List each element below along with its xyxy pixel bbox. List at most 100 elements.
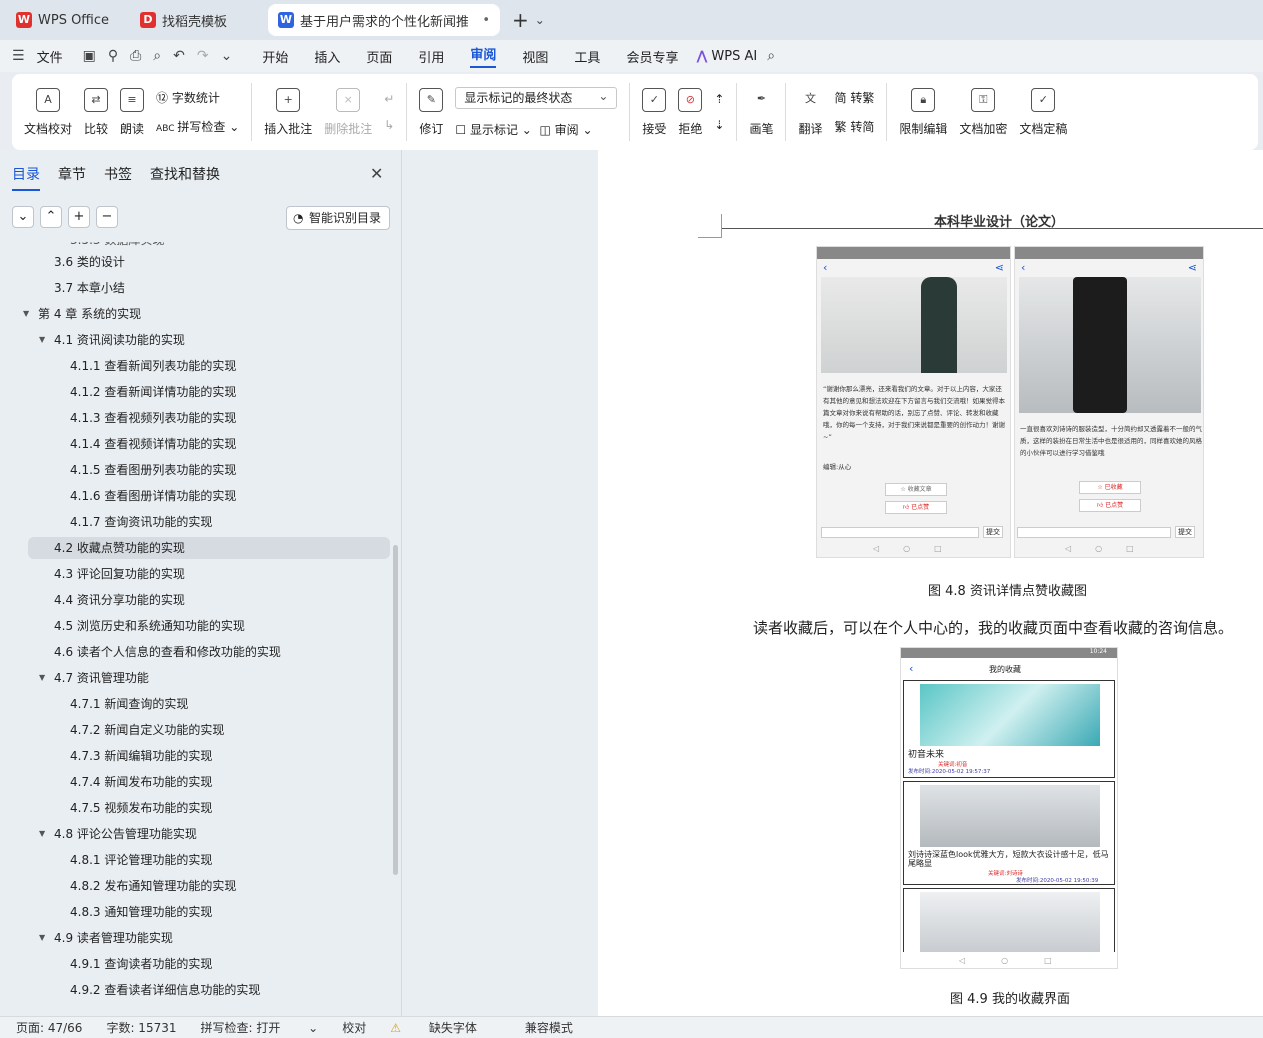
insert-comment-button[interactable]: + 插入批注 xyxy=(258,77,318,147)
toc-item[interactable]: 4.2 收藏点赞功能的实现 xyxy=(54,537,185,559)
toc-item[interactable]: 4.1.5 查看图册列表功能的实现 xyxy=(70,459,236,481)
translate-button[interactable]: 文翻译 xyxy=(792,77,828,147)
prev-comment-icon[interactable]: ↵ xyxy=(384,92,394,106)
compare-button[interactable]: ⇄ 比较 xyxy=(78,77,114,147)
toc-item[interactable]: 4.4 资讯分享功能的实现 xyxy=(54,589,185,611)
tab-dot-icon[interactable]: • xyxy=(482,13,490,28)
toc-item[interactable]: 4.1.7 查询资讯功能的实现 xyxy=(70,511,212,533)
toc-collapse-arrow-icon[interactable]: ▼ xyxy=(39,667,45,689)
accept-button[interactable]: ✓ 接受 xyxy=(636,77,672,147)
missing-font-status[interactable]: ⚠ 缺失字体 xyxy=(390,1019,501,1036)
toc-item[interactable]: 4.1.6 查看图册详情功能的实现 xyxy=(70,485,236,507)
spell-check-status[interactable]: 拼写检查: 打开 ⌄ xyxy=(201,1019,319,1036)
toc-item[interactable]: 4.3 评论回复功能的实现 xyxy=(54,563,185,585)
share-icon[interactable]: ⚲ xyxy=(108,48,118,64)
restrict-edit-button[interactable]: 🔒︎ 限制编辑 xyxy=(893,77,953,147)
toc-item[interactable]: 4.9.1 查询读者功能的实现 xyxy=(70,953,212,975)
toc-item[interactable]: 4.8.2 发布通知管理功能的实现 xyxy=(70,875,236,897)
to-simplified-button[interactable]: 繁 转简 xyxy=(835,118,875,135)
redo-icon[interactable]: ↷ xyxy=(197,48,209,64)
toc-item[interactable]: 4.1.2 查看新闻详情功能的实现 xyxy=(70,381,236,403)
toc-item[interactable]: 4.8.1 评论管理功能的实现 xyxy=(70,849,212,871)
tab-toc[interactable]: 目录 xyxy=(12,164,40,191)
page-indicator[interactable]: 页面: 47/66 xyxy=(16,1019,82,1036)
toc-item[interactable]: 4.1.3 查看视频列表功能的实现 xyxy=(70,407,236,429)
tab-wps-office[interactable]: W WPS Office xyxy=(6,4,124,36)
tab-document[interactable]: W 基于用户需求的个性化新闻推 • xyxy=(268,4,500,36)
show-markup-button[interactable]: ☐ 显示标记 ⌄ xyxy=(455,123,531,137)
add-level-icon[interactable]: + xyxy=(68,206,90,228)
toc-item[interactable]: 4.1 资讯阅读功能的实现 xyxy=(54,329,185,351)
tab-chapters[interactable]: 章节 xyxy=(58,164,86,191)
save-icon[interactable]: ▣ xyxy=(83,48,96,64)
menu-member[interactable]: 会员专享 xyxy=(626,47,678,66)
chevron-down-icon[interactable]: ⌄ xyxy=(221,48,233,64)
doc-encrypt-button[interactable]: ⚿ 文档加密 xyxy=(953,77,1013,147)
tab-docer[interactable]: D 找稻壳模板 xyxy=(130,4,262,36)
next-comment-icon[interactable]: ↳ xyxy=(384,118,394,132)
expand-down-icon[interactable]: ⌄ xyxy=(12,206,34,228)
toc-item[interactable]: 4.7.3 新闻编辑功能的实现 xyxy=(70,745,212,767)
toc-item[interactable]: 4.8.3 通知管理功能的实现 xyxy=(70,901,212,923)
tab-bookmarks[interactable]: 书签 xyxy=(104,164,132,191)
smart-toc-button[interactable]: ◔ 智能识别目录 xyxy=(286,206,390,230)
toc-item[interactable]: 4.9 读者管理功能实现 xyxy=(54,927,173,949)
scrollbar[interactable] xyxy=(393,545,398,875)
menu-wps-ai[interactable]: WPS AI xyxy=(711,49,757,64)
markup-state-select[interactable]: 显示标记的最终状态 xyxy=(455,86,618,109)
search-icon[interactable]: ⌕ xyxy=(767,48,775,64)
print-preview-icon[interactable]: ⌕ xyxy=(153,48,161,64)
menu-view[interactable]: 视图 xyxy=(522,47,548,66)
hamburger-menu-icon[interactable]: ☰ xyxy=(12,48,25,64)
toc-item[interactable]: 4.5 浏览历史和系统通知功能的实现 xyxy=(54,615,245,637)
prev-change-icon[interactable]: ⇡ xyxy=(714,92,724,106)
word-count-button[interactable]: ⑫ 字数统计 xyxy=(156,89,239,106)
toc-item[interactable]: 第 4 章 系统的实现 xyxy=(38,303,141,325)
toc-item[interactable]: 3.6 类的设计 xyxy=(54,251,125,273)
new-tab-plus-icon[interactable]: + xyxy=(512,8,529,32)
review-pane-button[interactable]: ◫ 审阅 ⌄ xyxy=(539,123,592,137)
tab-find-replace[interactable]: 查找和替换 xyxy=(150,164,220,191)
menu-page[interactable]: 页面 xyxy=(366,47,392,66)
word-count[interactable]: 字数: 15731 xyxy=(106,1019,176,1036)
revise-button[interactable]: ✎ 修订 xyxy=(413,77,449,147)
toc-item[interactable]: 4.6 读者个人信息的查看和修改功能的实现 xyxy=(54,641,281,663)
proofread-status[interactable]: 校对 xyxy=(342,1019,366,1036)
collapse-up-icon[interactable]: ⌃ xyxy=(40,206,62,228)
toc-item[interactable]: 4.7.1 新闻查询的实现 xyxy=(70,693,188,715)
read-aloud-button[interactable]: ≡ 朗读 xyxy=(114,77,150,147)
toc-collapse-arrow-icon[interactable]: ▼ xyxy=(39,329,45,351)
menu-insert[interactable]: 插入 xyxy=(314,47,340,66)
close-icon[interactable]: ✕ xyxy=(370,164,383,183)
remove-level-icon[interactable]: − xyxy=(96,206,118,228)
toc-item[interactable]: 4.7 资讯管理功能 xyxy=(54,667,149,689)
menu-home[interactable]: 开始 xyxy=(262,47,288,66)
doc-finalize-button[interactable]: ✓ 文档定稿 xyxy=(1013,77,1073,147)
toc-item[interactable]: 4.9.2 查看读者详细信息功能的实现 xyxy=(70,979,260,1001)
toc-collapse-arrow-icon[interactable]: ▼ xyxy=(39,927,45,949)
spell-check-button[interactable]: ABC 拼写检查 ⌄ xyxy=(156,118,239,135)
toc-item[interactable]: 4.8 评论公告管理功能实现 xyxy=(54,823,197,845)
toc-item[interactable]: 4.7.5 视频发布功能的实现 xyxy=(70,797,212,819)
menu-review[interactable]: 审阅 xyxy=(470,44,497,68)
toc-collapse-arrow-icon[interactable]: ▼ xyxy=(23,303,29,325)
menu-file[interactable]: 文件 xyxy=(37,47,63,66)
reject-button[interactable]: ⊘ 拒绝 xyxy=(672,77,708,147)
toc-item[interactable]: 4.7.2 新闻自定义功能的实现 xyxy=(70,719,224,741)
toc-item-partial[interactable]: 3.5.3 数据库实现 xyxy=(70,242,164,251)
delete-comment-button[interactable]: × 删除批注 xyxy=(318,77,378,147)
pen-button[interactable]: ✒ 画笔 xyxy=(743,77,779,147)
to-traditional-button[interactable]: 简 转繁 xyxy=(835,89,875,106)
next-change-icon[interactable]: ⇣ xyxy=(714,118,724,132)
toc-item[interactable]: 4.1.1 查看新闻列表功能的实现 xyxy=(70,355,236,377)
toc-item[interactable]: 4.1.4 查看视频详情功能的实现 xyxy=(70,433,236,455)
toc-item[interactable]: 4.7.4 新闻发布功能的实现 xyxy=(70,771,212,793)
menu-reference[interactable]: 引用 xyxy=(418,47,444,66)
doc-check-button[interactable]: A 文档校对 xyxy=(18,77,78,147)
chevron-down-icon[interactable]: ⌄ xyxy=(535,13,545,27)
undo-icon[interactable]: ↶ xyxy=(173,48,185,64)
toc-item[interactable]: 3.7 本章小结 xyxy=(54,277,125,299)
toc-collapse-arrow-icon[interactable]: ▼ xyxy=(39,823,45,845)
print-icon[interactable]: ⎙ xyxy=(130,48,141,64)
menu-tools[interactable]: 工具 xyxy=(574,47,600,66)
